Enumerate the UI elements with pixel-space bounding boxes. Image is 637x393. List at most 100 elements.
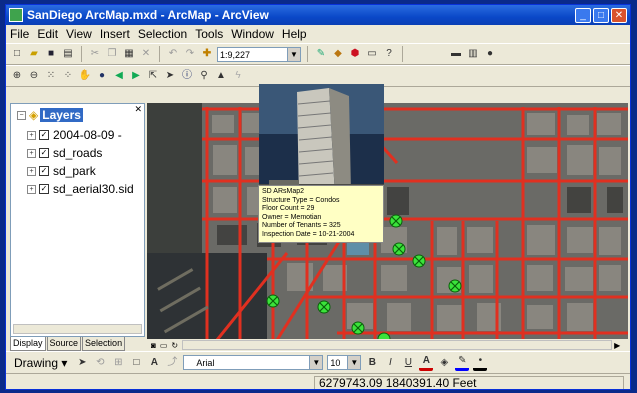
close-button[interactable]: ✕: [611, 7, 627, 23]
maximize-button[interactable]: □: [593, 7, 609, 23]
tab-selection[interactable]: Selection: [82, 337, 126, 351]
chevron-down-icon[interactable]: ▼: [287, 47, 300, 61]
forward-extent-icon[interactable]: ▶: [129, 69, 143, 83]
rectangle-icon[interactable]: □: [129, 356, 143, 370]
layer-visibility-checkbox[interactable]: ✓: [39, 166, 49, 176]
select-elements-draw-icon[interactable]: ➤: [75, 356, 89, 370]
find-icon[interactable]: ⚲: [197, 69, 211, 83]
hyperlink-icon[interactable]: ϟ: [231, 69, 245, 83]
menu-edit[interactable]: Edit: [37, 27, 58, 41]
tab-display[interactable]: Display: [10, 337, 46, 351]
whats-this-icon[interactable]: ?: [382, 47, 396, 61]
menu-help[interactable]: Help: [282, 27, 307, 41]
toc-horizontal-scrollbar[interactable]: [13, 324, 142, 334]
font-color-button[interactable]: A: [419, 354, 434, 371]
toc-layers-root[interactable]: − ◈ Layers: [17, 108, 83, 122]
map-display[interactable]: [147, 103, 628, 340]
toc-layer[interactable]: + ✓ sd_park: [27, 164, 96, 178]
data-view-icon[interactable]: ◙: [151, 341, 156, 350]
zoom-whole-page-icon[interactable]: ⊞: [111, 356, 125, 370]
title-bar: SanDiego ArcMap.mxd - ArcMap - ArcView _…: [6, 5, 630, 25]
refresh-icon[interactable]: ↻: [171, 341, 178, 350]
menu-file[interactable]: File: [10, 27, 29, 41]
identify-icon[interactable]: ⓘ: [180, 69, 194, 83]
new-icon[interactable]: □: [10, 47, 24, 61]
fill-color-icon[interactable]: ◈: [437, 356, 451, 370]
menu-tools[interactable]: Tools: [195, 27, 223, 41]
zoom-in-icon[interactable]: ⊕: [10, 69, 24, 83]
table-of-contents: ✕ − ◈ Layers + ✓ 2004-08-09 - + ✓ sd_roa…: [10, 103, 145, 337]
map-scale-combo[interactable]: 1:9,227 ▼: [217, 46, 301, 62]
expand-icon[interactable]: +: [27, 148, 36, 158]
bold-button[interactable]: B: [365, 356, 379, 370]
expand-icon[interactable]: +: [27, 130, 36, 140]
fixed-zoom-out-icon[interactable]: ⁘: [61, 69, 75, 83]
scroll-right-icon[interactable]: ▶: [614, 341, 620, 350]
map-scale-value: 1:9,227: [220, 49, 251, 60]
splines-icon[interactable]: ⤴: [165, 356, 179, 370]
copy-icon[interactable]: ❐: [105, 47, 119, 61]
minimize-button[interactable]: _: [575, 7, 591, 23]
layer-visibility-checkbox[interactable]: ✓: [39, 148, 49, 158]
open-icon[interactable]: ▰: [27, 47, 41, 61]
layout-view-small-icon[interactable]: ▭: [160, 341, 168, 350]
line-color-icon[interactable]: ✎: [455, 354, 470, 371]
new-text-icon[interactable]: A: [147, 356, 161, 370]
menu-insert[interactable]: Insert: [100, 27, 130, 41]
globe-icon[interactable]: ●: [483, 47, 497, 61]
undo-icon[interactable]: ↶: [166, 47, 180, 61]
delete-icon[interactable]: ✕: [139, 47, 153, 61]
expand-icon[interactable]: +: [27, 184, 36, 194]
editor-toolbar-icon[interactable]: ✎: [314, 47, 328, 61]
menu-view[interactable]: View: [66, 27, 92, 41]
select-features-icon[interactable]: ⇱: [146, 69, 160, 83]
back-extent-icon[interactable]: ◀: [112, 69, 126, 83]
font-size-combo[interactable]: 10 ▼: [327, 355, 362, 370]
drawing-menu[interactable]: Drawing ▾: [14, 356, 67, 370]
rotate-icon[interactable]: ⟲: [93, 356, 107, 370]
select-elements-icon[interactable]: ➤: [163, 69, 177, 83]
zoom-out-icon[interactable]: ⊖: [27, 69, 41, 83]
menu-selection[interactable]: Selection: [138, 27, 187, 41]
marker-color-icon[interactable]: •: [473, 354, 488, 371]
cut-icon[interactable]: ✂: [88, 47, 102, 61]
table-icon[interactable]: ▥: [466, 47, 480, 61]
toc-layer[interactable]: + ✓ sd_roads: [27, 146, 102, 160]
fixed-zoom-in-icon[interactable]: ⁙: [44, 69, 58, 83]
cursor-coordinates: 6279743.09 1840391.40 Feet: [314, 376, 624, 389]
standard-toolbar: □ ▰ ■ ▤ ✂ ❐ ▦ ✕ ↶ ↷ ✚ 1:9,227 ▼ ✎ ◆ ⬢ ▭ …: [6, 43, 630, 65]
print-icon[interactable]: ▤: [61, 47, 75, 61]
arcmap-window: SanDiego ArcMap.mxd - ArcMap - ArcView _…: [5, 4, 631, 390]
paste-icon[interactable]: ▦: [122, 47, 136, 61]
underline-button[interactable]: U: [401, 356, 415, 370]
layout-view-icon[interactable]: ▬: [449, 47, 463, 61]
collapse-icon[interactable]: −: [17, 110, 26, 120]
tab-source[interactable]: Source: [46, 337, 82, 351]
save-icon[interactable]: ■: [44, 47, 58, 61]
chevron-down-icon[interactable]: ▼: [347, 356, 361, 369]
menu-window[interactable]: Window: [231, 27, 274, 41]
tooltip-line: SD ARsMap2: [262, 188, 305, 195]
redo-icon[interactable]: ↷: [183, 47, 197, 61]
layers-stack-icon: ◈: [29, 108, 39, 122]
layer-visibility-checkbox[interactable]: ✓: [39, 184, 49, 194]
chevron-down-icon[interactable]: ▼: [309, 356, 323, 369]
layer-visibility-checkbox[interactable]: ✓: [39, 130, 49, 140]
toolbox-icon[interactable]: ⬢: [348, 47, 362, 61]
identify-tooltip: SD ARsMap2 Structure Type = Condos Floor…: [258, 185, 384, 243]
arcmap-app-icon: [9, 8, 23, 22]
catalog-icon[interactable]: ◆: [331, 47, 345, 61]
measure-icon[interactable]: ▲: [214, 69, 228, 83]
command-line-icon[interactable]: ▭: [365, 47, 379, 61]
tooltip-line: Structure Type = Condos: [262, 196, 340, 204]
toc-close-icon[interactable]: ✕: [134, 104, 142, 115]
toc-layer[interactable]: + ✓ sd_aerial30.sid: [27, 182, 134, 196]
expand-icon[interactable]: +: [27, 166, 36, 176]
italic-button[interactable]: I: [383, 356, 397, 370]
full-extent-icon[interactable]: ●: [95, 69, 109, 83]
font-family-combo[interactable]: Arial ▼: [183, 355, 324, 370]
toc-layer[interactable]: + ✓ 2004-08-09 -: [27, 128, 122, 142]
map-horizontal-scrollbar[interactable]: [182, 340, 613, 350]
add-data-icon[interactable]: ✚: [200, 47, 214, 61]
pan-hand-icon[interactable]: ✋: [78, 69, 92, 83]
